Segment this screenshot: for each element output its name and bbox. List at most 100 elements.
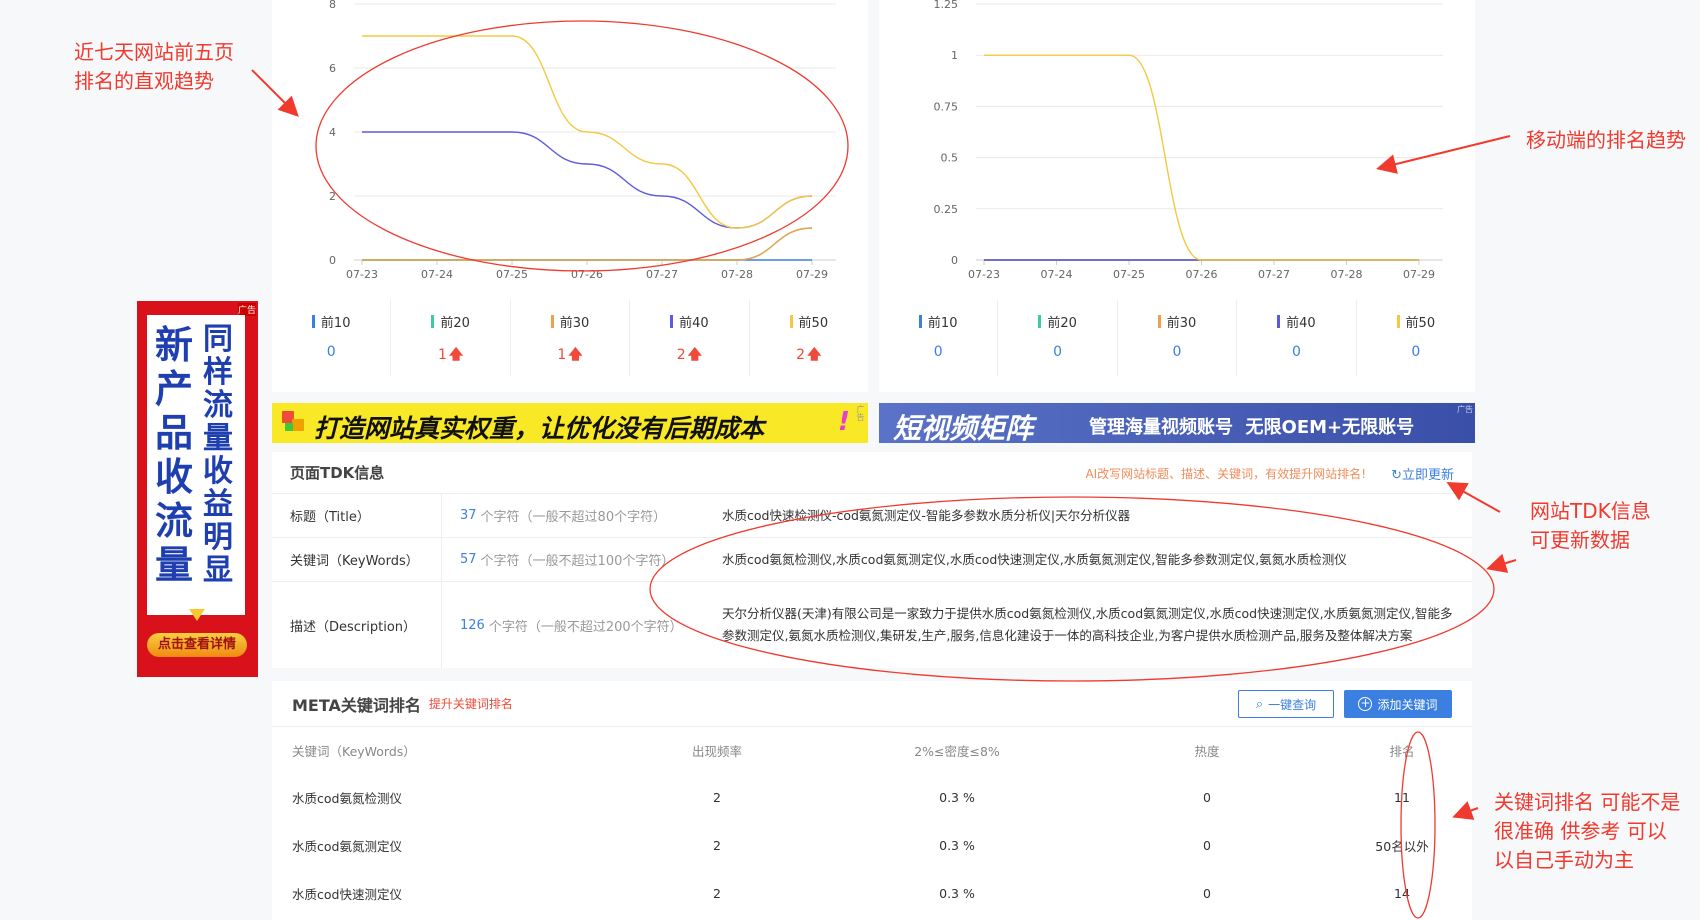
- legend-item[interactable]: 前50 0: [1357, 300, 1475, 376]
- legend-value-number: 0: [326, 344, 336, 360]
- legend-value: 1 🡅: [391, 344, 509, 368]
- density-cell: 0.3 %: [939, 885, 975, 901]
- update-now-button[interactable]: ↻立即更新: [1391, 464, 1454, 483]
- legend-item[interactable]: 前20 0: [998, 300, 1118, 376]
- pc-rank-chart-panel: 0 2 4 6 8 07-23 07-24 07-25 07-26 07-27 07-28 07-29…: [272, 0, 868, 392]
- col-frequency: 出现频率: [691, 743, 742, 759]
- meta-keyword-table: 关键词（KeyWords） 出现频率 2%≤密度≤8% 热度 排名 水质cod氨…: [272, 727, 1472, 917]
- legend-label-text: 前30: [1166, 316, 1197, 331]
- x-tick-label: 07-24: [1041, 268, 1073, 281]
- annotation-line: 网站TDK信息: [1530, 499, 1651, 523]
- legend-label: 前50: [1396, 312, 1436, 331]
- ad-banner-left[interactable]: 打造网站真实权重，让优化没有后期成本 ! 广告: [272, 403, 868, 443]
- tdk-row-count: 126 个字符（一般不超过200个字符）: [442, 582, 722, 668]
- col-rank: 排名: [1389, 743, 1415, 759]
- table-row: 水质cod快速测定仪 2 0.3 % 0 14: [272, 869, 1472, 917]
- y-tick-label: 1: [951, 49, 958, 62]
- vertical-ad-col2: 同样流量收益明显: [203, 322, 233, 588]
- y-tick-label: 1.25: [934, 0, 959, 11]
- tdk-row-content: 天尔分析仪器(天津)有限公司是一家致力于提供水质cod氨氮检测仪,水质cod氨氮…: [722, 606, 1453, 643]
- legend-value: 0: [1237, 344, 1355, 360]
- legend-label-text: 前50: [1405, 316, 1436, 331]
- tdk-count-value: 126: [460, 617, 485, 633]
- ai-rewrite-link[interactable]: AI改写网站标题、描述、关键词，有效提升网站排名!: [1085, 465, 1366, 482]
- ad-banner-right[interactable]: 短视频矩阵 管理海量视频账号 无限OEM+无限账号 广告: [879, 403, 1475, 445]
- tdk-row-label: 描述（Description）: [272, 582, 442, 668]
- legend-item[interactable]: 前10 0: [272, 300, 392, 376]
- density-cell: 0.3 %: [939, 789, 975, 805]
- y-tick-label: 0.75: [934, 100, 959, 113]
- legend-label-text: 前30: [559, 316, 590, 331]
- y-tick-label: 0.25: [934, 203, 959, 216]
- banner-left-text: 打造网站真实权重，让优化没有后期成本: [314, 414, 765, 443]
- mobile-rank-legend: 前10 0 前20 0 前30 0 前40 0 前50 0: [879, 300, 1475, 376]
- pc-rank-legend: 前10 0 前20 1 🡅 前30 1 🡅 前40 2 🡅 前50 2 🡅: [272, 300, 868, 376]
- arrow-down-icon: [189, 609, 205, 621]
- legend-item[interactable]: 前20 1 🡅: [391, 300, 511, 376]
- x-tick-label: 07-28: [721, 268, 753, 281]
- add-keyword-button[interactable]: + 添加关键词: [1344, 690, 1452, 718]
- plus-circle-icon: +: [1358, 696, 1373, 711]
- query-label: 一键查询: [1268, 697, 1317, 712]
- legend-color-swatch: [789, 315, 793, 328]
- tdk-count-value: 57: [460, 552, 477, 567]
- legend-value-number: 1: [557, 347, 567, 363]
- table-header-row: 关键词（KeyWords） 出现频率 2%≤密度≤8% 热度 排名: [272, 727, 1472, 773]
- legend-item[interactable]: 前40 0: [1237, 300, 1357, 376]
- arrow-up-icon: 🡅: [568, 347, 583, 363]
- meta-title: META关键词排名: [292, 695, 421, 715]
- one-click-query-button[interactable]: ⌕ 一键查询: [1238, 690, 1334, 718]
- search-icon: ⌕: [1255, 696, 1264, 712]
- legend-value-number: 2: [796, 347, 806, 363]
- legend-value-number: 0: [1291, 344, 1301, 360]
- x-tick-label: 07-26: [1186, 268, 1218, 281]
- x-tick-label: 07-28: [1331, 268, 1363, 281]
- x-tick-label: 07-25: [496, 268, 528, 281]
- legend-color-swatch: [670, 315, 674, 328]
- legend-item[interactable]: 前10 0: [879, 300, 999, 376]
- banner-exclaim-icon: !: [838, 407, 850, 437]
- legend-item[interactable]: 前30 0: [1118, 300, 1238, 376]
- annotation-line: 可更新数据: [1530, 528, 1630, 552]
- arrow-up-icon: 🡅: [687, 347, 703, 363]
- legend-item[interactable]: 前30 1 🡅: [511, 300, 631, 376]
- table-row: 水质cod氨氮测定仪 2 0.3 % 0 50名以外: [272, 821, 1472, 869]
- legend-item[interactable]: 前40 2 🡅: [630, 300, 750, 376]
- legend-label: 前20: [1038, 312, 1077, 331]
- meta-keyword-section: META关键词排名 提升关键词排名 ⌕ 一键查询 + 添加关键词 关键词（KeyWo…: [272, 681, 1472, 920]
- tdk-row-label: 标题（Title）: [272, 494, 442, 537]
- legend-value: 0: [272, 344, 390, 360]
- legend-label-text: 前40: [679, 316, 709, 331]
- y-tick-label: 0.5: [941, 152, 959, 165]
- legend-label: 前50: [789, 312, 829, 331]
- annotation-line: 排名的直观趋势: [74, 69, 214, 93]
- legend-value-number: 2: [676, 347, 686, 363]
- vertical-ad-button[interactable]: 点击查看详情: [147, 633, 247, 657]
- legend-label-text: 前20: [1047, 316, 1077, 331]
- tdk-count-unit: 个字符（一般不超过100个字符）: [480, 554, 675, 569]
- heat-cell: 0: [1203, 837, 1211, 853]
- x-tick-label: 07-29: [796, 268, 828, 281]
- legend-value: 0: [998, 344, 1116, 360]
- density-cell: 0.3 %: [939, 837, 975, 853]
- legend-color-swatch: [1277, 315, 1281, 328]
- rank-cell: 14: [1394, 885, 1410, 901]
- annotation-arrow: [1486, 553, 1517, 573]
- pc-rank-trend-chart: 0 2 4 6 8 07-23 07-24 07-25 07-26 07-27 07-28 07-29: [329, 0, 836, 281]
- legend-label-text: 前50: [798, 316, 829, 331]
- x-tick-label: 07-25: [1113, 268, 1145, 281]
- tdk-row-title: 标题（Title） 37 个字符（一般不超过80个字符） 水质cod快速检测仪-c…: [272, 494, 1472, 538]
- x-tick-label: 07-27: [646, 268, 678, 281]
- series-line-前30: [362, 227, 813, 261]
- tdk-count-value: 37: [460, 508, 477, 523]
- add-keyword-label: 添加关键词: [1377, 697, 1438, 712]
- keyword-cell: 水质cod快速测定仪: [292, 886, 402, 902]
- frequency-cell: 2: [713, 837, 721, 853]
- arrow-up-icon: 🡅: [807, 347, 822, 363]
- legend-value-number: 0: [1172, 344, 1182, 360]
- improve-rank-link[interactable]: 提升关键词排名: [429, 695, 513, 712]
- tdk-header: 页面TDK信息 AI改写网站标题、描述、关键词，有效提升网站排名! ↻立即更新: [272, 452, 1472, 494]
- vertical-ad[interactable]: 广告 新产品收流量 同样流量收益明显 点击查看详情: [137, 301, 258, 677]
- legend-item[interactable]: 前50 2 🡅: [750, 300, 868, 376]
- x-tick-label: 07-27: [1258, 268, 1290, 281]
